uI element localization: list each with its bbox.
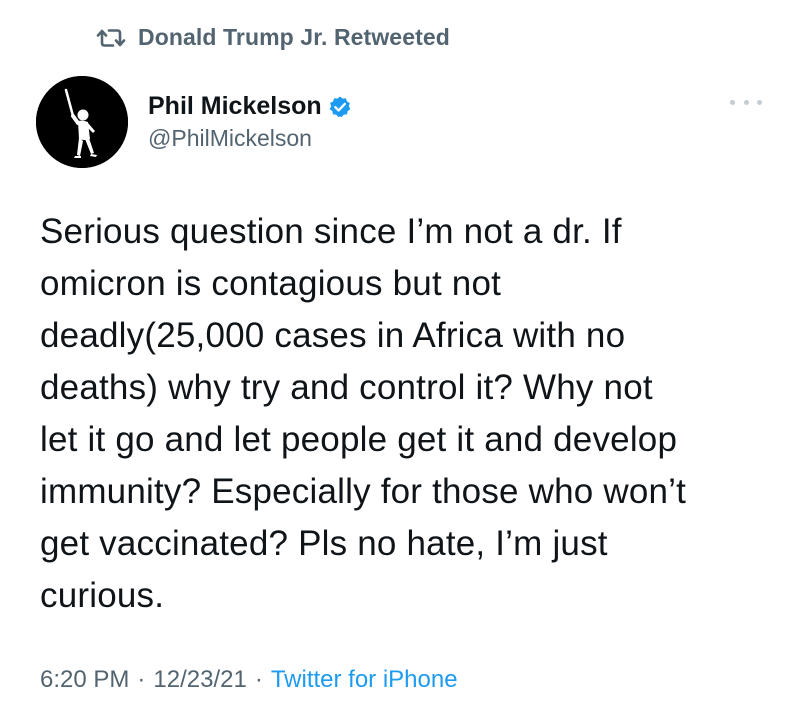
retweet-label: Donald Trump Jr. Retweeted xyxy=(138,24,450,50)
golfer-silhouette-avatar xyxy=(36,76,128,168)
meta-separator: · xyxy=(137,666,146,693)
tweet-text-line: deadly(25,000 cases in Africa with no xyxy=(40,316,626,355)
tweet-date[interactable]: 12/23/21 xyxy=(153,666,246,694)
display-name[interactable]: Phil Mickelson xyxy=(148,92,322,121)
tweet-text-line: let it go and let people get it and deve… xyxy=(40,420,678,459)
tweet-text-line: deaths) why try and control it? Why not xyxy=(40,368,653,407)
tweet-text-line: Serious question since I’m not a dr. If xyxy=(40,212,622,251)
tweet-source-link[interactable]: Twitter for iPhone xyxy=(271,666,458,694)
tweet-author: Phil Mickelson @PhilMickelson xyxy=(36,76,352,168)
meta-separator: · xyxy=(254,666,263,693)
tweet-text-line: get vaccinated? Pls no hate, I’m just xyxy=(40,524,608,563)
name-row: Phil Mickelson xyxy=(148,92,352,121)
author-names: Phil Mickelson @PhilMickelson xyxy=(148,92,352,152)
tweet-text: Serious question since I’m not a dr. If … xyxy=(40,206,770,622)
retweet-icon xyxy=(96,28,126,47)
more-dot-icon xyxy=(743,99,749,105)
tweet-time[interactable]: 6:20 PM xyxy=(40,666,129,694)
tweet-meta: 6:20 PM · 12/23/21 · Twitter for iPhone xyxy=(40,666,458,694)
author-handle[interactable]: @PhilMickelson xyxy=(148,125,352,152)
more-options-button[interactable] xyxy=(730,90,762,114)
tweet-text-line: omicron is contagious but not xyxy=(40,264,502,303)
verified-badge-icon xyxy=(329,96,350,117)
tweet-card: Donald Trump Jr. Retweeted Phil Mickelso… xyxy=(0,0,800,719)
more-dot-icon xyxy=(730,99,735,105)
retweet-context[interactable]: Donald Trump Jr. Retweeted xyxy=(96,24,450,51)
tweet-text-line: curious. xyxy=(40,576,165,615)
tweet-text-line: immunity? Especially for those who won’t xyxy=(40,472,687,511)
more-dot-icon xyxy=(757,99,762,105)
avatar[interactable] xyxy=(36,76,128,168)
